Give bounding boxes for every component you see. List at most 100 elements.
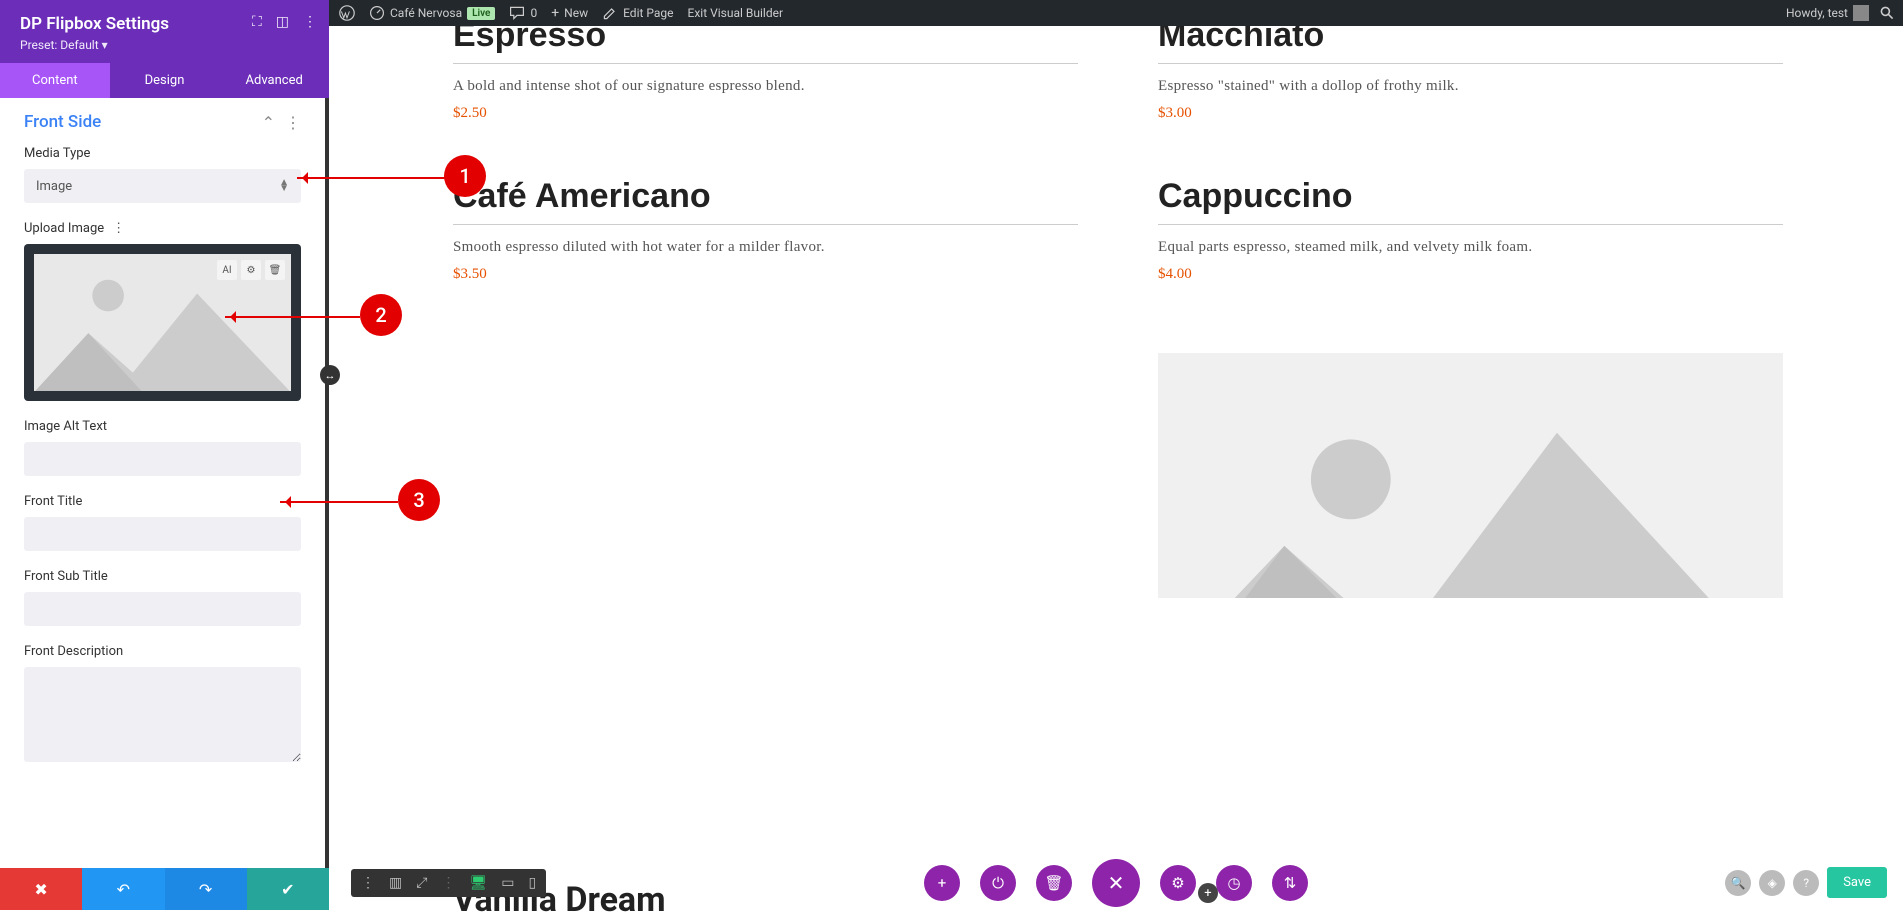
page-preview: Espresso A bold and intense shot of our … (333, 26, 1903, 910)
add-section-button[interactable]: + (1198, 883, 1218, 903)
menu-item-desc: Espresso "stained" with a dollop of frot… (1158, 78, 1783, 95)
divider-icon: ⋮ (441, 875, 455, 891)
menu-item: Espresso A bold and intense shot of our … (453, 26, 1078, 122)
power-button[interactable]: ⏻ (980, 865, 1016, 901)
find-icon[interactable]: 🔍 (1725, 870, 1751, 896)
media-type-select[interactable]: Image ▲▼ (24, 169, 301, 203)
edit-page-label: Edit Page (623, 6, 673, 20)
menu-item-title: Café Americano (453, 177, 1078, 225)
avatar (1853, 5, 1869, 21)
front-subtitle-input[interactable] (24, 592, 301, 626)
tablet-view-icon[interactable]: ▭ (501, 875, 514, 891)
media-type-label: Media Type (24, 146, 301, 161)
menu-item: Macchiato Espresso "stained" with a doll… (1158, 26, 1783, 122)
front-subtitle-label: Front Sub Title (24, 569, 301, 584)
phone-view-icon[interactable]: ▯ (528, 875, 536, 891)
pencil-icon (602, 5, 618, 21)
chevron-down-icon: ▾ (102, 38, 108, 52)
menu-item-price: $4.00 (1158, 266, 1783, 283)
menu-item-price: $3.00 (1158, 105, 1783, 122)
sidebar-resize-handle[interactable]: ↔ (320, 365, 340, 385)
delete-button[interactable]: 🗑 (1036, 865, 1072, 901)
media-type-value: Image (36, 179, 72, 194)
layers-more-icon[interactable]: ⋮ (361, 875, 375, 891)
upload-image-box[interactable]: AI ⚙ 🗑 (24, 244, 301, 401)
image-settings-icon[interactable]: ⚙ (241, 260, 261, 280)
tab-design[interactable]: Design (110, 63, 220, 98)
menu-item-desc: Smooth espresso diluted with hot water f… (453, 239, 1078, 256)
focus-icon[interactable]: ⛶ (252, 14, 262, 30)
expand-icon[interactable]: ◫ (276, 14, 289, 30)
confirm-button[interactable]: ✔ (247, 868, 329, 910)
exit-vb-link[interactable]: Exit Visual Builder (688, 6, 784, 20)
wireframe-view-icon[interactable]: ▥ (389, 875, 402, 891)
menu-item-desc: A bold and intense shot of our signature… (453, 78, 1078, 95)
preset-label: Preset: Default (20, 38, 99, 52)
close-button[interactable]: ✕ (1092, 859, 1140, 907)
comments-link[interactable]: 0 (509, 5, 537, 21)
flipbox-placeholder[interactable] (1158, 353, 1783, 598)
menu-item: Cappuccino Equal parts espresso, steamed… (1158, 177, 1783, 283)
howdy-link[interactable]: Howdy, test (1786, 5, 1869, 21)
image-alt-input[interactable] (24, 442, 301, 476)
tab-content[interactable]: Content (0, 63, 110, 98)
layers-icon[interactable]: ◈ (1759, 870, 1785, 896)
desktop-view-icon[interactable]: 🖥 (469, 875, 487, 891)
site-name-text: Café Nervosa (390, 6, 462, 20)
collapse-icon[interactable]: ⌃ (262, 113, 275, 132)
new-label: New (564, 6, 588, 20)
menu-item-title: Espresso (453, 26, 1078, 64)
redo-button[interactable]: ↷ (165, 868, 247, 910)
settings-sidebar: DP Flipbox Settings Preset: Default ▾ ⛶ … (0, 0, 329, 910)
section-title-front-side[interactable]: Front Side (24, 112, 101, 132)
section-more-icon[interactable]: ⋮ (285, 113, 301, 132)
wp-adminbar: Café Nervosa Live 0 + New Edit Page Exit… (329, 0, 1903, 26)
dashboard-icon (369, 5, 385, 21)
howdy-text: Howdy, test (1786, 6, 1848, 20)
cancel-button[interactable]: ✖ (0, 868, 82, 910)
select-arrows-icon: ▲▼ (279, 180, 289, 192)
menu-item-price: $3.50 (453, 266, 1078, 283)
upload-options-icon[interactable]: ⋮ (112, 221, 125, 236)
front-title-label: Front Title (24, 494, 301, 509)
menu-item-price: $2.50 (453, 105, 1078, 122)
front-title-input[interactable] (24, 517, 301, 551)
sidebar-tabs: Content Design Advanced (0, 63, 329, 98)
devices-box: ⋮ ▥ ⤢ ⋮ 🖥 ▭ ▯ (351, 869, 546, 897)
plus-icon: + (551, 5, 559, 21)
wp-logo-icon[interactable] (339, 5, 355, 21)
upload-image-label: Upload Image ⋮ (24, 221, 301, 236)
swap-button[interactable]: ⇅ (1272, 865, 1308, 901)
tab-advanced[interactable]: Advanced (219, 63, 329, 98)
preset-dropdown[interactable]: Preset: Default ▾ (20, 38, 108, 52)
help-icon[interactable]: ? (1793, 870, 1819, 896)
menu-item-title: Macchiato (1158, 26, 1783, 64)
sidebar-footer: ✖ ↶ ↷ ✔ (0, 868, 329, 910)
front-desc-label: Front Description (24, 644, 301, 659)
comment-icon (509, 5, 525, 21)
site-name-link[interactable]: Café Nervosa Live (369, 5, 495, 21)
save-button[interactable]: Save (1827, 867, 1887, 898)
search-icon[interactable] (1879, 5, 1895, 21)
settings-button[interactable]: ⚙ (1160, 865, 1196, 901)
more-icon[interactable]: ⋮ (303, 14, 317, 30)
live-badge: Live (467, 7, 495, 20)
front-desc-input[interactable] (24, 667, 301, 762)
zoom-icon[interactable]: ⤢ (416, 875, 427, 891)
ai-icon[interactable]: AI (217, 260, 237, 280)
menu-item-desc: Equal parts espresso, steamed milk, and … (1158, 239, 1783, 256)
edit-page-link[interactable]: Edit Page (602, 5, 673, 21)
sidebar-header: DP Flipbox Settings Preset: Default ▾ ⛶ … (0, 0, 329, 63)
placeholder-image-icon (1158, 353, 1783, 598)
add-button[interactable]: + (924, 865, 960, 901)
builder-bottombar: ⋮ ▥ ⤢ ⋮ 🖥 ▭ ▯ + ⏻ 🗑 ✕ ⚙ ◷ ⇅ + 🔍 ◈ ? Save (329, 867, 1903, 898)
menu-item: Café Americano Smooth espresso diluted w… (453, 177, 1078, 283)
comments-count: 0 (530, 6, 537, 20)
new-link[interactable]: + New (551, 5, 588, 21)
history-button[interactable]: ◷ (1216, 865, 1252, 901)
image-alt-label: Image Alt Text (24, 419, 301, 434)
menu-item-title: Cappuccino (1158, 177, 1783, 225)
image-delete-icon[interactable]: 🗑 (265, 260, 285, 280)
sidebar-body: Front Side ⌃ ⋮ Media Type Image ▲▼ Uploa… (0, 98, 329, 868)
undo-button[interactable]: ↶ (82, 868, 164, 910)
